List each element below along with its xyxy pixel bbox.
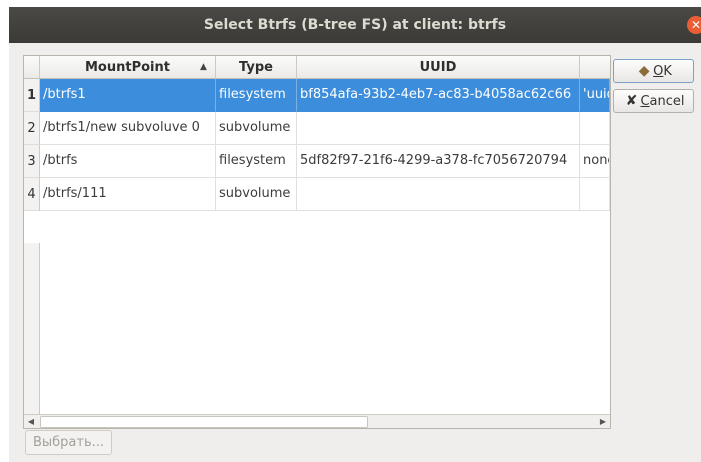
column-header-label: UUID	[419, 60, 457, 75]
window-title: Select Btrfs (B-tree FS) at client: btrf…	[203, 17, 507, 33]
cell-uuid[interactable]	[297, 178, 580, 211]
row-header-gutter	[24, 243, 40, 414]
cell-mountpoint[interactable]: /btrfs1/new subvoluve 0	[40, 112, 216, 145]
ok-arrow-icon: ◆	[638, 63, 650, 79]
row-header[interactable]: 2	[24, 112, 40, 145]
corner-header[interactable]	[24, 56, 40, 79]
title-bar[interactable]: Select Btrfs (B-tree FS) at client: btrf…	[9, 7, 701, 43]
close-icon[interactable]: ✕	[687, 16, 701, 34]
ok-button[interactable]: ◆ OK	[613, 59, 694, 83]
cell-mountpoint[interactable]: /btrfs1	[40, 79, 216, 112]
cell-uuid[interactable]: 5df82f97-21f6-4299-a378-fc7056720794	[297, 145, 580, 178]
horizontal-scrollbar[interactable]: ◀ ▶	[24, 414, 610, 428]
cell-extra[interactable]: none	[580, 145, 610, 178]
dialog-window: Select Btrfs (B-tree FS) at client: btrf…	[9, 7, 701, 462]
column-header-extra[interactable]	[580, 56, 610, 79]
btrfs-table[interactable]: MountPoint ▲ Type UUID 1 /btrfs1 filesys…	[23, 55, 611, 429]
row-header[interactable]: 1	[24, 79, 40, 112]
scroll-left-icon[interactable]: ◀	[24, 415, 38, 428]
table-row[interactable]: /btrfs1 filesystem bf854afa-93b2-4eb7-ac…	[40, 79, 610, 112]
cell-type[interactable]: filesystem	[216, 79, 297, 112]
column-header-uuid[interactable]: UUID	[297, 56, 580, 79]
table-row[interactable]: /btrfs/111 subvolume	[40, 178, 610, 211]
cancel-mnemonic: C	[640, 94, 650, 109]
sort-ascending-icon: ▲	[200, 62, 207, 72]
table-row[interactable]: /btrfs1/new subvoluve 0 subvolume	[40, 112, 610, 145]
cancel-button[interactable]: ✘ Cancel	[613, 89, 694, 113]
column-header-label: MountPoint	[85, 60, 170, 75]
scrollbar-thumb[interactable]	[40, 416, 368, 428]
table-row[interactable]: /btrfs filesystem 5df82f97-21f6-4299-a37…	[40, 145, 610, 178]
cell-extra[interactable]: 'uuid	[580, 79, 610, 112]
cell-extra[interactable]	[580, 178, 610, 211]
cell-type[interactable]: subvolume	[216, 178, 297, 211]
column-header-mountpoint[interactable]: MountPoint ▲	[40, 56, 216, 79]
x-icon: ✘	[625, 93, 638, 109]
select-button[interactable]: Выбрать...	[25, 430, 112, 455]
row-header[interactable]: 4	[24, 178, 40, 211]
column-header-type[interactable]: Type	[216, 56, 297, 79]
ok-label: K	[663, 64, 672, 79]
cell-mountpoint[interactable]: /btrfs/111	[40, 178, 216, 211]
row-header[interactable]: 3	[24, 145, 40, 178]
cell-type[interactable]: subvolume	[216, 112, 297, 145]
cell-uuid[interactable]: bf854afa-93b2-4eb7-ac83-b4058ac62c66	[297, 79, 580, 112]
ok-mnemonic: O	[653, 64, 664, 79]
cell-extra[interactable]	[580, 112, 610, 145]
cell-type[interactable]: filesystem	[216, 145, 297, 178]
cancel-label: ancel	[649, 94, 685, 109]
cell-uuid[interactable]	[297, 112, 580, 145]
cell-mountpoint[interactable]: /btrfs	[40, 145, 216, 178]
scroll-right-icon[interactable]: ▶	[596, 415, 610, 428]
column-header-label: Type	[239, 60, 273, 75]
